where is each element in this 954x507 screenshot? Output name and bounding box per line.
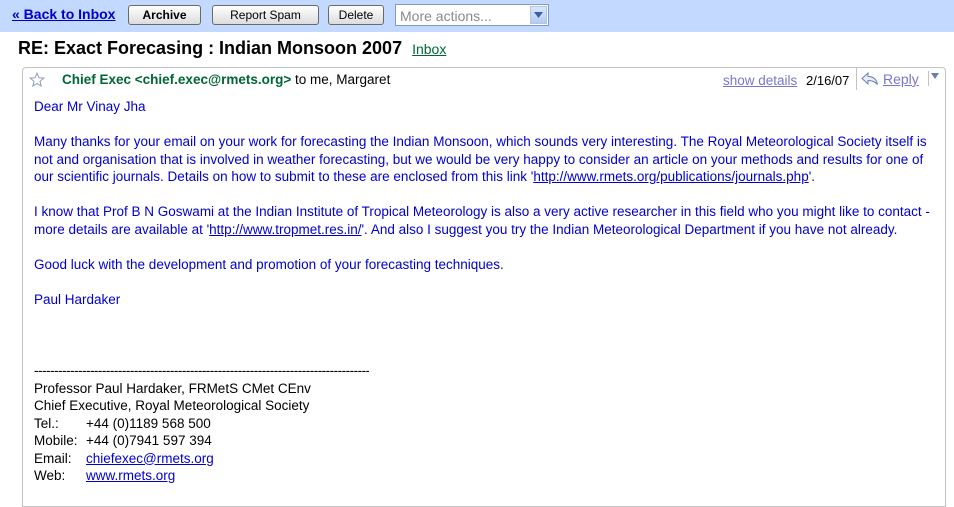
email-link[interactable]: chiefexec@rmets.org bbox=[86, 451, 214, 466]
signature-title: Chief Executive, Royal Meteorological So… bbox=[34, 398, 310, 413]
closing-name: Paul Hardaker bbox=[34, 291, 121, 307]
message-body: Dear Mr Vinay Jha Many thanks for your e… bbox=[34, 98, 939, 326]
signature-block: ----------------------------------------… bbox=[34, 362, 434, 485]
chevron-down-icon[interactable] bbox=[530, 6, 547, 24]
paragraph-3: Good luck with the development and promo… bbox=[34, 256, 504, 272]
chevron-down-icon[interactable] bbox=[931, 73, 939, 79]
signature-web: Web: www.rmets.org bbox=[34, 468, 176, 483]
greeting: Dear Mr Vinay Jha bbox=[34, 99, 146, 114]
more-actions-select[interactable]: More actions... bbox=[395, 4, 549, 26]
message-card: Chief Exec <chief.exec@rmets.org> to me,… bbox=[22, 67, 946, 507]
paragraph-1: Many thanks for your email on your work … bbox=[34, 134, 927, 184]
show-details-link[interactable]: show details bbox=[723, 73, 797, 88]
back-to-inbox-link[interactable]: « Back to Inbox bbox=[12, 6, 115, 22]
archive-button[interactable]: Archive bbox=[128, 5, 201, 25]
inbox-label[interactable]: Inbox bbox=[412, 41, 446, 57]
sender-line: Chief Exec <chief.exec@rmets.org> to me,… bbox=[62, 72, 390, 87]
signature-divider: ----------------------------------------… bbox=[34, 363, 369, 378]
signature-tel: Tel.: +44 (0)1189 568 500 bbox=[34, 415, 211, 431]
more-actions-value: More actions... bbox=[400, 8, 492, 24]
star-icon[interactable] bbox=[29, 72, 45, 88]
reply-controls: Reply bbox=[856, 68, 945, 90]
divider bbox=[928, 71, 929, 86]
action-toolbar: « Back to Inbox Archive Report Spam Dele… bbox=[0, 0, 954, 32]
reply-arrow-icon bbox=[861, 72, 878, 86]
signature-name: Professor Paul Hardaker, FRMetS CMet CEn… bbox=[34, 380, 311, 396]
website-link[interactable]: www.rmets.org bbox=[86, 468, 175, 483]
paragraph-2: I know that Prof B N Goswami at the Indi… bbox=[34, 204, 930, 237]
signature-email: Email: chiefexec@rmets.org bbox=[34, 450, 214, 466]
report-spam-button[interactable]: Report Spam bbox=[212, 5, 319, 25]
reply-label: Reply bbox=[883, 71, 919, 87]
signature-mobile: Mobile: +44 (0)7941 597 394 bbox=[34, 433, 212, 448]
journals-link[interactable]: http://www.rmets.org/publications/journa… bbox=[533, 169, 808, 184]
delete-button[interactable]: Delete bbox=[328, 5, 384, 25]
message-date: 2/16/07 bbox=[806, 73, 850, 88]
sender-name[interactable]: Chief Exec <chief.exec@rmets.org> bbox=[62, 72, 291, 87]
email-subject: RE: Exact Forecasing : Indian Monsoon 20… bbox=[18, 38, 403, 58]
tropmet-link[interactable]: http://www.tropmet.res.in/ bbox=[209, 222, 361, 237]
recipients: to me, Margaret bbox=[291, 72, 391, 87]
subject-row: RE: Exact Forecasing : Indian Monsoon 20… bbox=[18, 38, 446, 59]
